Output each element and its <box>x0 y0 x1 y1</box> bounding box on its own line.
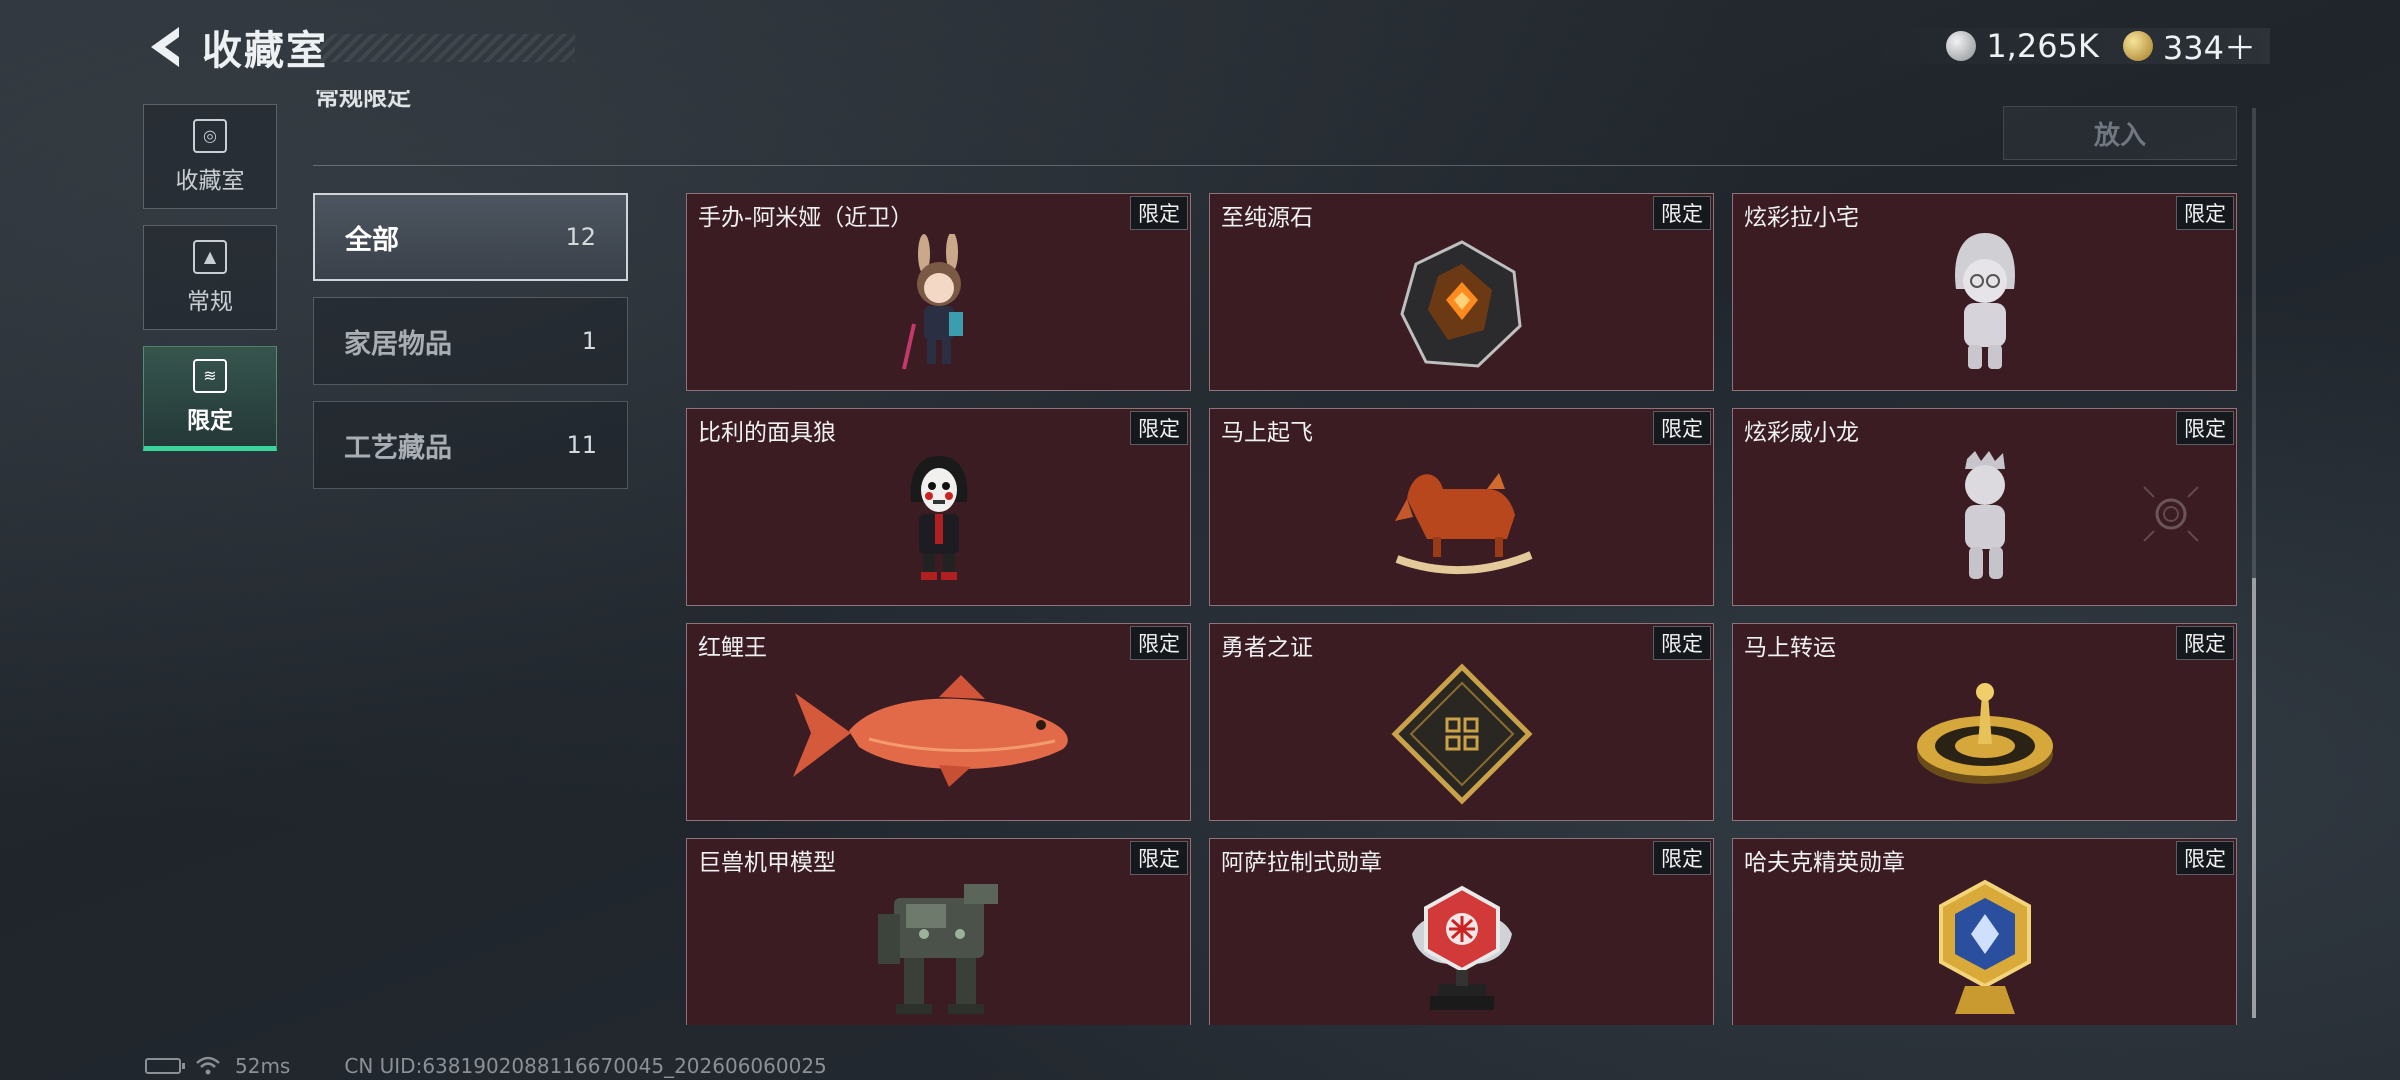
item-card[interactable]: 马上转运 限定 <box>1732 623 2237 821</box>
title-decoration <box>320 34 575 62</box>
item-card[interactable]: 哈夫克精英勋章 限定 <box>1732 838 2237 1025</box>
target-reticle-icon <box>2143 486 2199 542</box>
limited-badge: 限定 <box>2176 626 2234 660</box>
item-name: 巨兽机甲模型 <box>698 850 836 876</box>
figure-dragon-icon <box>1964 450 2005 579</box>
category-list: 全部 12 家居物品 1 工艺藏品 11 <box>313 193 628 505</box>
item-card[interactable]: 马上起飞 限定 <box>1209 408 1714 606</box>
divider <box>313 165 2237 166</box>
category-name: 全部 <box>345 224 399 256</box>
collection-icon: ◎ <box>193 118 227 153</box>
limited-badge: 限定 <box>1130 196 1188 230</box>
item-name: 至纯源石 <box>1221 205 1313 231</box>
item-name: 哈夫克精英勋章 <box>1744 850 1905 876</box>
figure-white-icon <box>1954 232 2015 369</box>
item-card[interactable]: 炫彩威小龙 限定 <box>1732 408 2237 606</box>
uid-text: CN UID:6381902088116670045_202606060025 <box>344 1054 827 1078</box>
silver-coin-icon <box>1946 31 1977 61</box>
nav-label: 常规 <box>187 288 233 315</box>
currency-bar: 1,265K 334＋ <box>1866 27 2270 67</box>
mech-model-icon <box>877 883 998 1014</box>
item-name: 马上转运 <box>1744 635 1836 661</box>
item-name: 比利的面具狼 <box>698 420 836 446</box>
ping-text: 52ms <box>235 1054 291 1078</box>
limited-badge: 限定 <box>2176 841 2234 875</box>
item-name: 马上起飞 <box>1221 420 1313 446</box>
mask-puppet-icon <box>910 455 967 580</box>
gold-coin-icon <box>2122 31 2153 61</box>
silver-amount: 1,265K <box>1986 27 2099 65</box>
nav-item-collection[interactable]: ◎ 收藏室 <box>143 104 277 209</box>
red-medal-icon <box>1411 885 1512 1010</box>
item-grid: 手办-阿米娅（近卫） 限定 至纯源石 限定 炫彩拉小宅 限定 比利的面具狼 限定… <box>686 193 2238 1025</box>
battery-icon <box>145 1058 185 1074</box>
title-bar: 收藏室 <box>140 22 328 74</box>
status-bar: 52ms CN UID:6381902088116670045_20260606… <box>145 1052 827 1080</box>
red-carp-icon <box>792 674 1068 787</box>
category-all[interactable]: 全部 12 <box>313 193 628 281</box>
rocking-horse-icon <box>1394 472 1533 574</box>
category-craft[interactable]: 工艺藏品 11 <box>313 401 628 489</box>
item-name: 炫彩威小龙 <box>1744 420 1859 446</box>
item-card[interactable]: 比利的面具狼 限定 <box>686 408 1191 606</box>
item-name: 炫彩拉小宅 <box>1744 205 1859 231</box>
limited-badge: 限定 <box>1653 196 1711 230</box>
limited-badge: 限定 <box>1653 626 1711 660</box>
item-name: 勇者之证 <box>1221 635 1313 661</box>
gold-amount[interactable]: 334＋ <box>2163 23 2256 69</box>
limited-badge: 限定 <box>1130 626 1188 660</box>
gold-medal-icon <box>1938 879 2031 1014</box>
scrollbar-thumb[interactable] <box>2252 578 2256 1018</box>
section-title: 常规限定 <box>315 90 411 111</box>
category-count: 1 <box>581 327 597 355</box>
limited-badge: 限定 <box>2176 411 2234 445</box>
limited-icon: ≋ <box>193 358 227 393</box>
nav-label: 收藏室 <box>175 167 245 194</box>
category-home[interactable]: 家居物品 1 <box>313 297 628 385</box>
item-name: 阿萨拉制式勋章 <box>1221 850 1382 876</box>
golden-wheel-icon <box>1916 682 2053 784</box>
item-name: 红鲤王 <box>698 635 767 661</box>
item-card[interactable]: 至纯源石 限定 <box>1209 193 1714 391</box>
category-name: 家居物品 <box>344 328 452 360</box>
item-card[interactable]: 手办-阿米娅（近卫） 限定 <box>686 193 1191 391</box>
page-title: 收藏室 <box>202 28 328 74</box>
originium-crystal-icon <box>1399 240 1522 368</box>
wifi-icon <box>196 1056 220 1075</box>
category-name: 工艺藏品 <box>344 432 452 464</box>
nav-item-regular[interactable]: ▲ 常规 <box>143 225 277 330</box>
item-card[interactable]: 炫彩拉小宅 限定 <box>1732 193 2237 391</box>
limited-badge: 限定 <box>1130 841 1188 875</box>
put-in-button[interactable]: 放入 <box>2003 106 2237 160</box>
limited-badge: 限定 <box>2176 196 2234 230</box>
item-card[interactable]: 巨兽机甲模型 限定 <box>686 838 1191 1025</box>
back-button[interactable] <box>140 22 190 72</box>
brave-card-icon <box>1390 663 1533 805</box>
category-count: 12 <box>565 223 596 251</box>
nav-label: 限定 <box>187 407 233 434</box>
item-card[interactable]: 阿萨拉制式勋章 限定 <box>1209 838 1714 1025</box>
item-card[interactable]: 红鲤王 限定 <box>686 623 1191 821</box>
scrollbar[interactable] <box>2252 108 2256 1018</box>
limited-badge: 限定 <box>1653 411 1711 445</box>
limited-badge: 限定 <box>1130 411 1188 445</box>
item-name: 手办-阿米娅（近卫） <box>698 205 914 231</box>
regular-icon: ▲ <box>193 239 227 274</box>
limited-badge: 限定 <box>1653 841 1711 875</box>
nav-item-limited[interactable]: ≋ 限定 <box>143 346 277 451</box>
category-count: 11 <box>566 431 597 459</box>
item-card[interactable]: 勇者之证 限定 <box>1209 623 1714 821</box>
back-arrow-icon <box>151 27 179 67</box>
left-nav: ◎ 收藏室 ▲ 常规 ≋ 限定 <box>143 104 279 467</box>
figure-amiya-icon <box>901 233 963 370</box>
